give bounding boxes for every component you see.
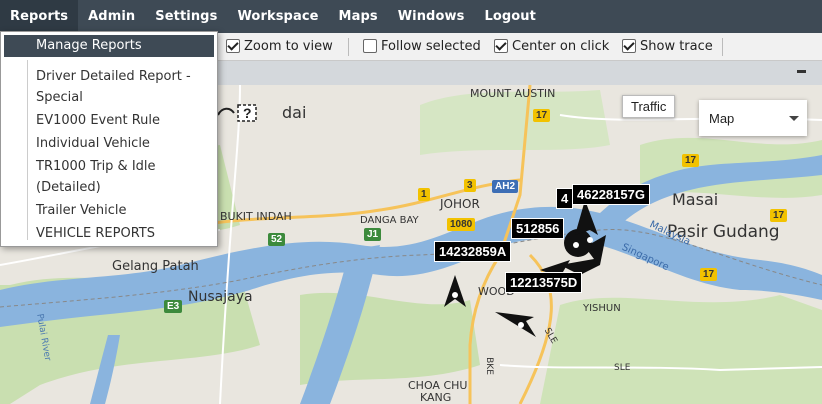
vehicle-label[interactable]: 14232859A (434, 241, 512, 262)
svg-text:?: ? (243, 105, 252, 121)
place-danga-bay: DANGA BAY (360, 215, 419, 226)
center-on-click-label: Center on click (512, 38, 610, 54)
place-nusajaya: Nusajaya (188, 289, 253, 305)
manage-reports-item[interactable]: Manage Reports (4, 35, 214, 57)
center-on-click-checkbox[interactable] (494, 39, 508, 53)
road-shield: 17 (770, 209, 788, 222)
report-driver-detailed-special-cont[interactable]: Special (36, 87, 83, 108)
follow-selected-checkbox[interactable] (363, 39, 377, 53)
minimize-icon[interactable] (797, 70, 806, 73)
toolbar-divider (722, 38, 723, 56)
place-dai: dai (282, 103, 307, 122)
toolbar-divider (348, 38, 349, 56)
vehicle-label[interactable]: 512856 (511, 218, 565, 239)
road-shield: 17 (533, 109, 551, 122)
report-tr1000-trip-idle-cont[interactable]: (Detailed) (36, 177, 101, 198)
place-mount-austin: MOUNT AUSTIN (470, 87, 556, 100)
road-shield: 3 (464, 179, 476, 192)
vehicle-label[interactable]: 12213575D (505, 272, 583, 293)
road-shield: J1 (364, 228, 382, 241)
map-type-select[interactable]: Map (699, 100, 807, 136)
show-trace-toggle[interactable]: Show trace (622, 37, 713, 55)
show-trace-label: Show trace (640, 38, 713, 54)
chevron-down-icon (789, 116, 799, 121)
zoom-to-view-label: Zoom to view (244, 38, 333, 54)
report-tr1000-trip-idle[interactable]: TR1000 Trip & Idle (36, 156, 156, 177)
road-shield: 17 (682, 154, 700, 167)
menu-workspace[interactable]: Workspace (227, 0, 328, 33)
place-kang: KANG (420, 391, 452, 404)
road-shield: 1 (418, 188, 430, 201)
road-label-sle: SLE (614, 363, 631, 373)
follow-selected-label: Follow selected (381, 38, 481, 54)
menu-reports[interactable]: Reports (0, 0, 79, 33)
road-shield: E3 (164, 300, 183, 313)
vehicle-label[interactable]: 4 (556, 188, 574, 209)
menu-admin[interactable]: Admin (78, 0, 145, 33)
report-ev1000-event-rule[interactable]: EV1000 Event Rule (36, 110, 160, 131)
map-type-label: Map (709, 111, 735, 126)
place-bukit-indah: BUKIT INDAH (220, 210, 292, 223)
place-johor: JOHOR (440, 197, 480, 211)
zoom-to-view-toggle[interactable]: Zoom to view (226, 37, 333, 55)
road-shield: AH2 (492, 180, 519, 193)
road-shield: 52 (268, 233, 286, 246)
menu-bar: Reports Admin Settings Workspace Maps Wi… (0, 0, 822, 33)
menu-divider (27, 60, 28, 240)
zoom-to-view-checkbox[interactable] (226, 39, 240, 53)
road-label-bke: BKE (483, 357, 494, 375)
report-driver-detailed-special[interactable]: Driver Detailed Report - (36, 66, 191, 87)
report-individual-vehicle[interactable]: Individual Vehicle (36, 133, 150, 154)
menu-settings[interactable]: Settings (145, 0, 227, 33)
show-trace-checkbox[interactable] (622, 39, 636, 53)
menu-logout[interactable]: Logout (474, 0, 546, 33)
place-yishun: YISHUN (583, 303, 621, 314)
place-masai: Masai (672, 190, 719, 209)
reports-dropdown-menu: Manage Reports Driver Detailed Report - … (0, 31, 218, 247)
traffic-button[interactable]: Traffic (622, 95, 676, 118)
center-on-click-toggle[interactable]: Center on click (494, 37, 609, 55)
report-vehicle-reports[interactable]: VEHICLE REPORTS (36, 223, 155, 244)
menu-windows[interactable]: Windows (388, 0, 475, 33)
menu-maps[interactable]: Maps (329, 0, 388, 33)
map-tool-icons[interactable]: ? (216, 101, 266, 125)
road-shield: 1080 (447, 218, 476, 231)
place-gelang-patah: Gelang Patah (112, 259, 199, 274)
road-shield: 17 (700, 268, 718, 281)
report-trailer-vehicle[interactable]: Trailer Vehicle (36, 200, 127, 221)
vehicle-label[interactable]: 46228157G (572, 184, 650, 205)
follow-selected-toggle[interactable]: Follow selected (363, 37, 481, 55)
